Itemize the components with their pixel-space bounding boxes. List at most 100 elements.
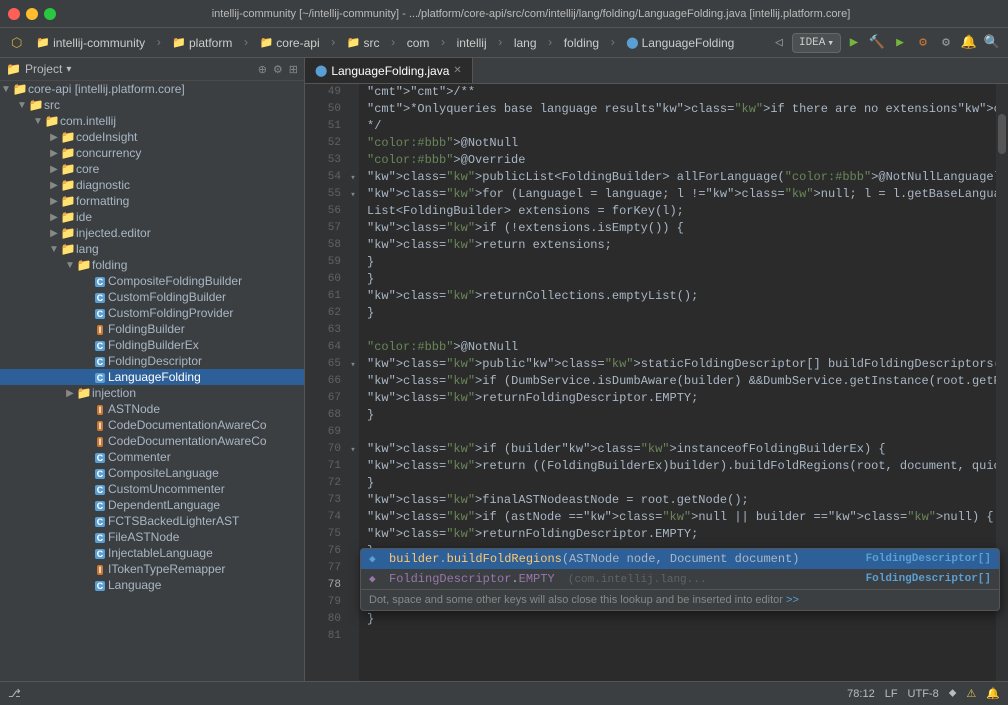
tree-item-3[interactable]: ▶📁 codeInsight — [0, 129, 304, 145]
tree-item-26[interactable]: C DependentLanguage — [0, 497, 304, 513]
tree-item-5[interactable]: ▶📁 core — [0, 161, 304, 177]
nav-intellij-community[interactable]: 📁 intellij-community — [31, 34, 150, 52]
coverage-icon[interactable]: ▶ — [890, 33, 910, 53]
nav-intellij[interactable]: intellij — [452, 34, 492, 52]
notifications-icon[interactable]: 🔔 — [959, 33, 979, 53]
minimize-button[interactable] — [26, 8, 38, 20]
nav-languagefolding[interactable]: ⬤ LanguageFolding — [621, 34, 739, 52]
line-num-51: 51 — [305, 118, 341, 135]
ac-item-0[interactable]: ◆ builder.buildFoldRegions(ASTNode node,… — [361, 549, 999, 569]
fold-marker-80 — [347, 611, 359, 628]
tree-item-12[interactable]: C CompositeFoldingBuilder — [0, 273, 304, 289]
close-button[interactable] — [8, 8, 20, 20]
nav-platform[interactable]: 📁 platform — [167, 34, 237, 52]
tree-item-4[interactable]: ▶📁 concurrency — [0, 145, 304, 161]
tree-item-10[interactable]: ▼📁 lang — [0, 241, 304, 257]
tab-close-button[interactable]: ✕ — [453, 65, 461, 76]
tree-item-15[interactable]: I FoldingBuilder — [0, 321, 304, 337]
line-num-58: 58 — [305, 237, 341, 254]
nav-src[interactable]: 📁 src — [342, 34, 385, 52]
tree-item-16[interactable]: C FoldingBuilderEx — [0, 337, 304, 353]
status-position[interactable]: 78:12 — [847, 688, 875, 700]
window-title: intellij-community [~/intellij-community… — [62, 8, 1000, 20]
nav-core-api[interactable]: 📁 core-api — [255, 34, 325, 52]
tree-item-17[interactable]: C FoldingDescriptor — [0, 353, 304, 369]
ac-hint-arrow[interactable]: >> — [786, 594, 799, 606]
ac-hint: Dot, space and some other keys will also… — [361, 589, 999, 610]
line-num-73: 73 — [305, 492, 341, 509]
locate-icon[interactable]: ⊕ — [258, 63, 267, 76]
fold-marker-53 — [347, 152, 359, 169]
tree-item-27[interactable]: C FCTSBackedLighterAST — [0, 513, 304, 529]
profile-icon[interactable]: ⚙ — [913, 33, 933, 53]
line-num-77: 77 — [305, 560, 341, 577]
tree-label-6: diagnostic — [76, 178, 130, 192]
tree-item-30[interactable]: I ITokenTypeRemapper — [0, 561, 304, 577]
tree-item-13[interactable]: C CustomFoldingBuilder — [0, 289, 304, 305]
tree-arrow-0: ▼ — [0, 84, 12, 95]
tree-icon-28: C — [92, 530, 108, 544]
code-line-63 — [367, 322, 996, 339]
tree-item-11[interactable]: ▼📁 folding — [0, 257, 304, 273]
tree-label-24: CompositeLanguage — [108, 466, 219, 480]
nav-sep-1: › — [155, 36, 162, 50]
nav-com[interactable]: com — [402, 34, 435, 52]
tree-item-14[interactable]: C CustomFoldingProvider — [0, 305, 304, 321]
sidebar-config-icon[interactable]: ⚙ — [273, 63, 283, 76]
line-num-74: 74 — [305, 509, 341, 526]
tree-item-25[interactable]: C CustomUncommenter — [0, 481, 304, 497]
tree-item-22[interactable]: I CodeDocumentationAwareCo — [0, 433, 304, 449]
tree-item-9[interactable]: ▶📁 injected.editor — [0, 225, 304, 241]
tree-item-21[interactable]: I CodeDocumentationAwareCo — [0, 417, 304, 433]
fold-marker-55[interactable]: ▾ — [347, 186, 359, 203]
tree-item-7[interactable]: ▶📁 formatting — [0, 193, 304, 209]
maximize-button[interactable] — [44, 8, 56, 20]
tree-arrow-4: ▶ — [48, 148, 60, 159]
tab-languagefolding[interactable]: ⬤ LanguageFolding.java ✕ — [305, 58, 473, 83]
tree-icon-23: C — [92, 450, 108, 464]
fold-marker-68 — [347, 407, 359, 424]
tree-item-29[interactable]: C InjectableLanguage — [0, 545, 304, 561]
tree-item-31[interactable]: C Language — [0, 577, 304, 593]
idea-button[interactable]: IDEA ▾ — [792, 33, 841, 53]
status-warning-icon[interactable]: ⚠ — [966, 687, 976, 700]
tree-icon-24: C — [92, 466, 108, 480]
tree-item-0[interactable]: ▼📁 core-api [intellij.platform.core] — [0, 81, 304, 97]
tree-item-1[interactable]: ▼📁 src — [0, 97, 304, 113]
settings-icon[interactable]: ⚙ — [936, 33, 956, 53]
fold-marker-65[interactable]: ▾ — [347, 356, 359, 373]
tree-item-20[interactable]: I ASTNode — [0, 401, 304, 417]
tree-item-2[interactable]: ▼📁 com.intellij — [0, 113, 304, 129]
status-notification-icon[interactable]: 🔔 — [986, 687, 1000, 700]
search-everywhere-icon[interactable]: 🔍 — [982, 33, 1002, 53]
run-button[interactable]: ▶ — [844, 33, 864, 53]
tree-label-1: src — [44, 98, 60, 112]
tree-item-18[interactable]: C LanguageFolding — [0, 369, 304, 385]
back-icon[interactable]: ◁ — [769, 33, 789, 53]
tree-label-19: injection — [92, 386, 136, 400]
fold-marker-79 — [347, 594, 359, 611]
tree-icon-7: 📁 — [60, 194, 76, 208]
status-linesep[interactable]: LF — [885, 688, 898, 700]
status-git[interactable]: ⎇ — [8, 687, 21, 700]
tree-item-6[interactable]: ▶📁 diagnostic — [0, 177, 304, 193]
nav-project-icon[interactable]: ⬡ — [6, 33, 27, 53]
ac-item-1[interactable]: ◆ FoldingDescriptor.EMPTY (com.intellij.… — [361, 569, 999, 589]
tree-item-8[interactable]: ▶📁 ide — [0, 209, 304, 225]
nav-sep-7: › — [547, 36, 554, 50]
sidebar-gear-icon[interactable]: ⊞ — [289, 63, 298, 76]
tree-item-24[interactable]: C CompositeLanguage — [0, 465, 304, 481]
tree-icon-30: I — [92, 562, 108, 576]
status-encoding[interactable]: UTF-8 — [908, 688, 939, 700]
nav-lang[interactable]: lang — [509, 34, 542, 52]
autocomplete-popup[interactable]: ◆ builder.buildFoldRegions(ASTNode node,… — [360, 548, 1000, 611]
fold-marker-54[interactable]: ▾ — [347, 169, 359, 186]
tree-item-23[interactable]: C Commenter — [0, 449, 304, 465]
code-line-71: "kw">class="kw">return ((FoldingBuilderE… — [367, 458, 996, 475]
tree-icon-20: I — [92, 402, 108, 416]
nav-folding[interactable]: folding — [559, 34, 604, 52]
tree-item-28[interactable]: C FileASTNode — [0, 529, 304, 545]
build-icon[interactable]: 🔨 — [867, 33, 887, 53]
tree-item-19[interactable]: ▶📁 injection — [0, 385, 304, 401]
fold-marker-70[interactable]: ▾ — [347, 441, 359, 458]
